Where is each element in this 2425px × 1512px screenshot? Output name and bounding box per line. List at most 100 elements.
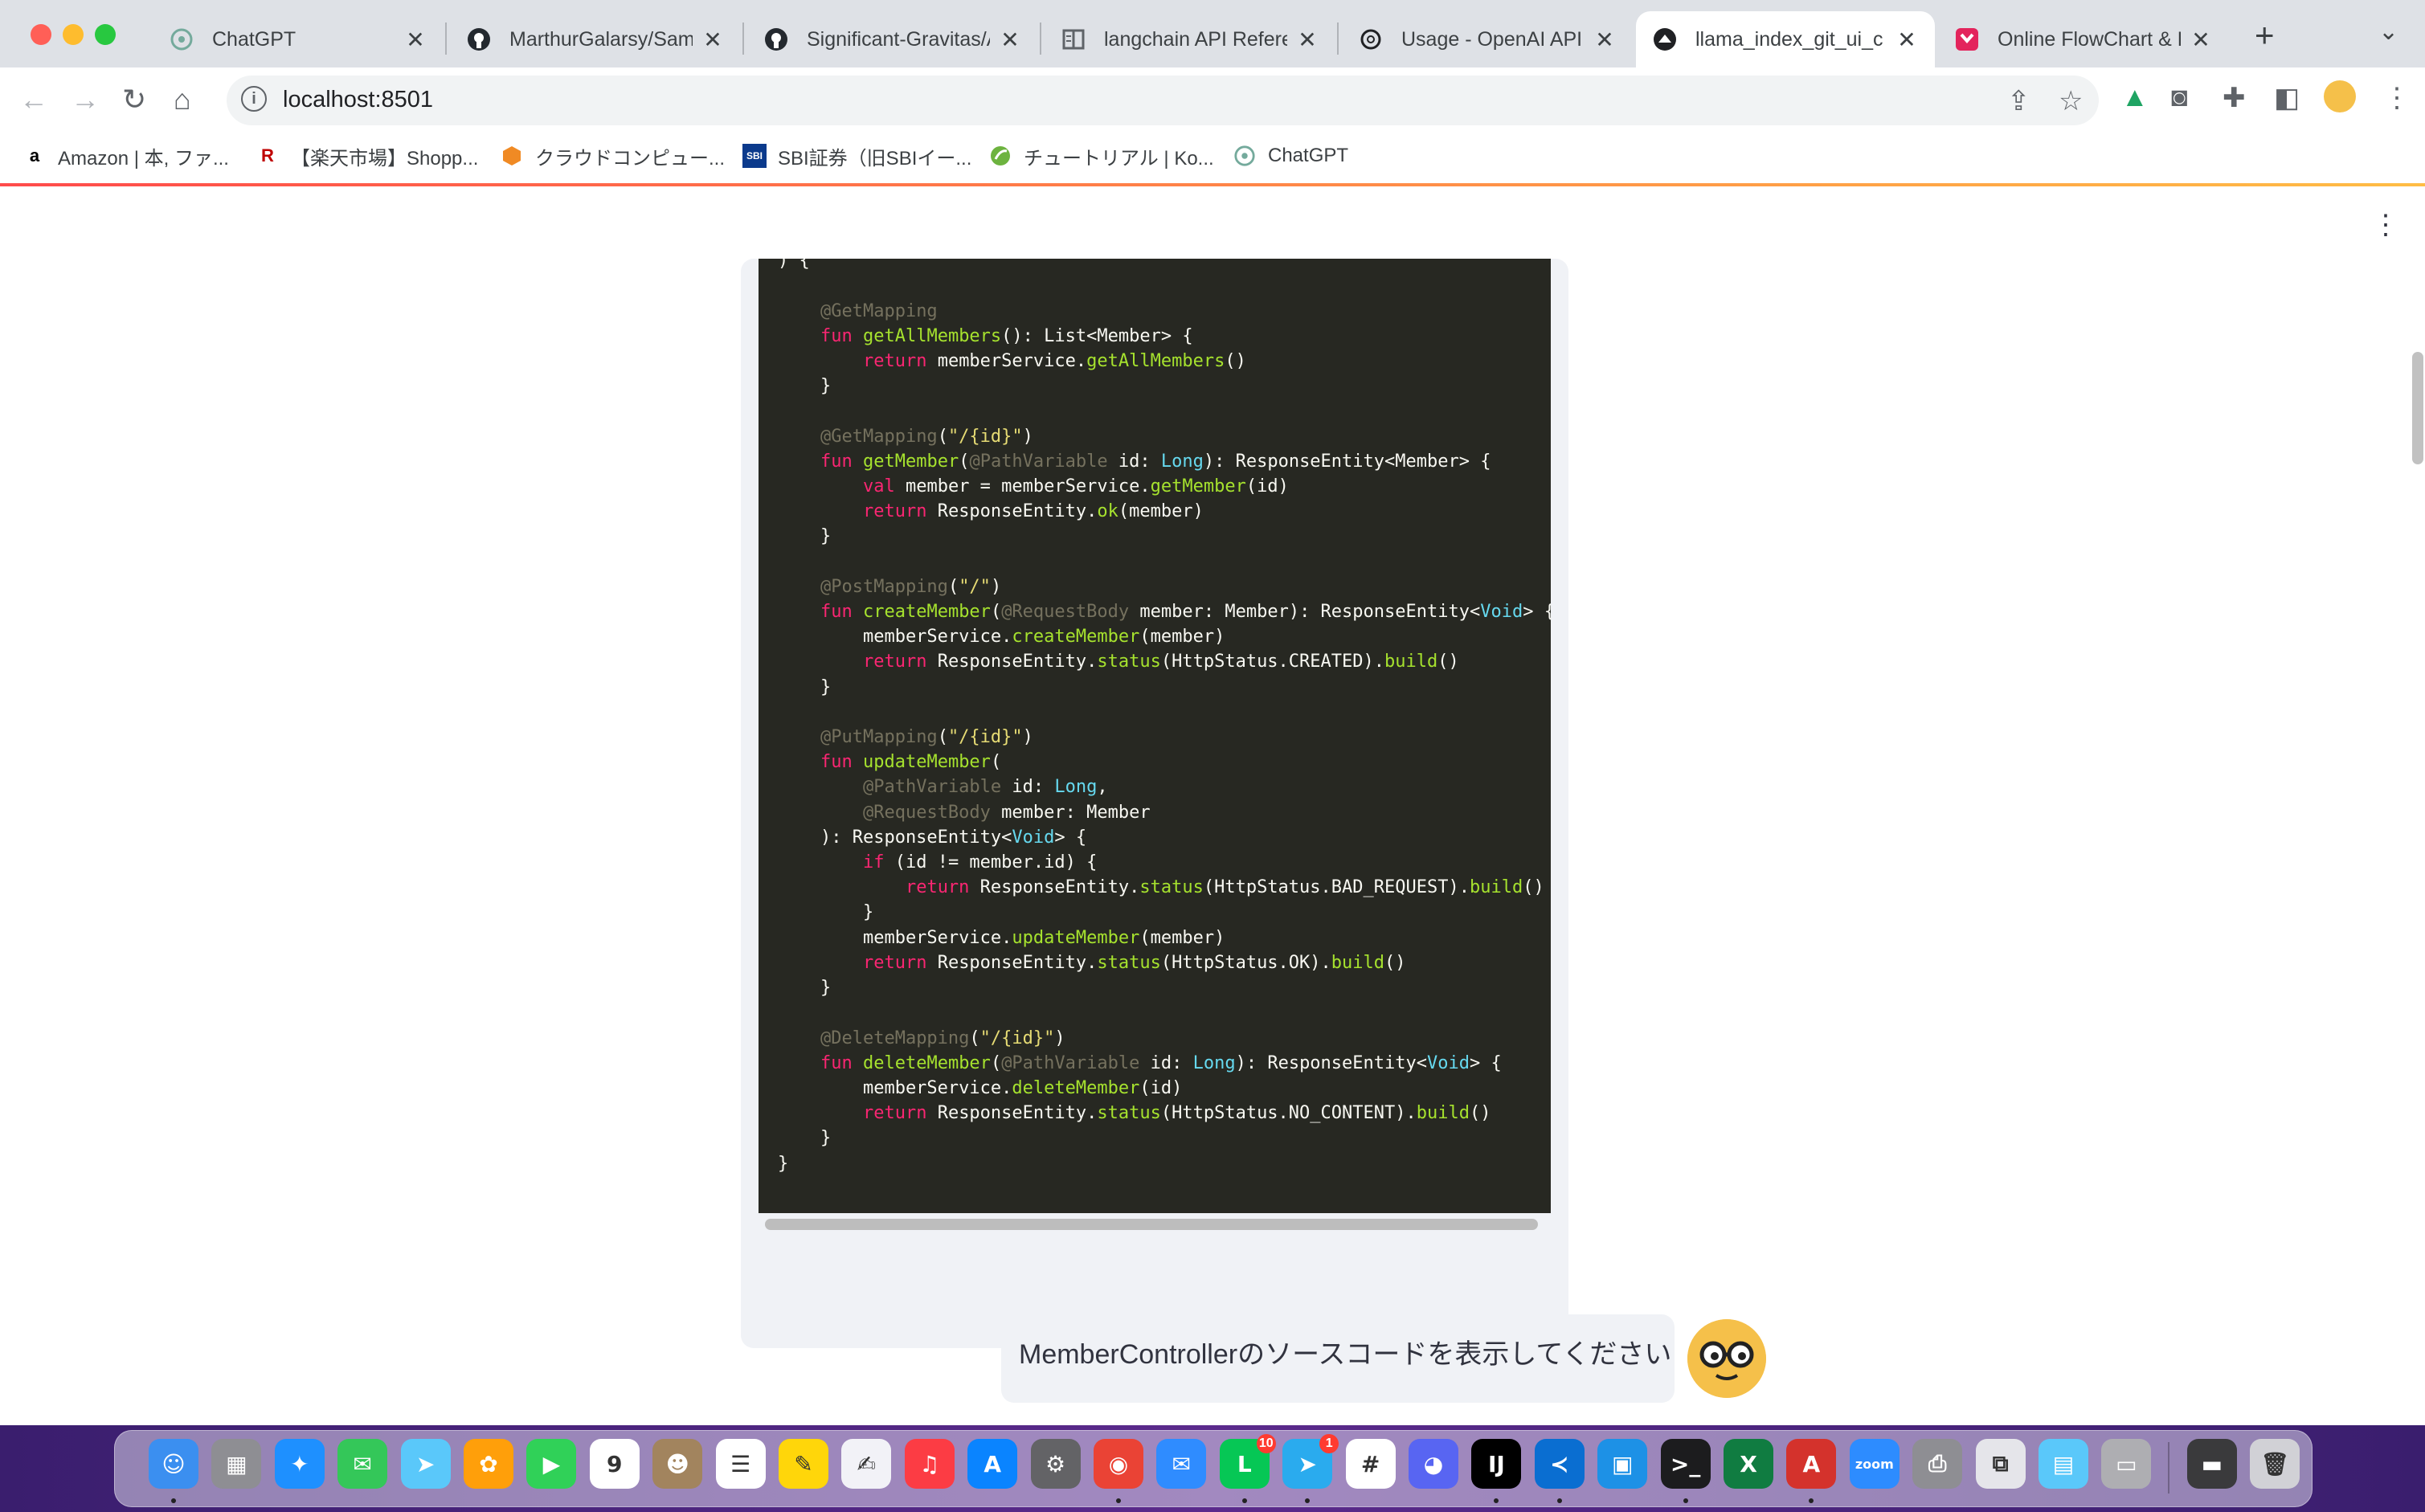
close-tab-icon[interactable]: ✕ <box>1895 27 1919 53</box>
tab-chatgpt[interactable]: ChatGPT ✕ <box>153 11 444 67</box>
remote-desktop-icon[interactable]: ▤ <box>2039 1439 2088 1489</box>
telegram-icon[interactable]: ➤ 1 <box>1282 1434 1339 1489</box>
browser-menu-icon[interactable]: ⋮ <box>2383 82 2411 114</box>
excel-icon[interactable]: X <box>1724 1439 1773 1489</box>
site-info-icon[interactable]: i <box>241 86 267 112</box>
notification-badge: 1 <box>1319 1434 1339 1453</box>
messages-icon[interactable]: ✉ <box>337 1439 388 1489</box>
running-indicator <box>1683 1498 1688 1503</box>
code-line: if (id != member.id) { <box>862 852 1098 873</box>
openai-icon <box>1358 27 1384 52</box>
music-icon[interactable]: ♫ <box>904 1439 955 1489</box>
bookmark-amazon[interactable]: a Amazon | 本, ファ... <box>22 140 229 172</box>
share-icon[interactable]: ⇪ <box>2007 85 2030 117</box>
aws-icon <box>500 144 524 168</box>
system-settings-icon[interactable]: ⚙ <box>1030 1439 1081 1489</box>
slack-icon[interactable]: # <box>1345 1439 1396 1489</box>
reminders-icon[interactable]: ☰ <box>715 1439 766 1489</box>
chrome-icon[interactable]: ◉ <box>1094 1439 1143 1489</box>
maps-icon[interactable]: ➤ <box>400 1439 451 1489</box>
bookmark-chatgpt[interactable]: ChatGPT <box>1233 140 1348 172</box>
bookmarks-bar: a Amazon | 本, ファ... R 【楽天市場】Shopp... クラウ… <box>0 132 2425 183</box>
finder-icon[interactable]: ☺ <box>149 1439 198 1489</box>
code-content: private val memberService: MemberService… <box>778 259 1551 1176</box>
bookmark-aws[interactable]: クラウドコンピュー... <box>500 140 725 172</box>
close-tab-icon[interactable]: ✕ <box>2189 27 2213 53</box>
close-tab-icon[interactable]: ✕ <box>998 27 1022 53</box>
tab-llama-index-ui[interactable]: llama_index_git_ui_c ✕ <box>1636 11 1935 67</box>
mirror-icon[interactable]: ⧉ <box>1975 1439 2026 1489</box>
code-line: fun getMember(@PathVariable id: Long): R… <box>820 451 1491 472</box>
bookmark-label: SBI証券（旧SBIイー... <box>778 147 972 170</box>
close-tab-icon[interactable]: ✕ <box>1593 27 1617 53</box>
tab-langchain[interactable]: langchain API Referen ✕ <box>1045 11 1335 67</box>
code-horizontal-scrollbar[interactable] <box>759 1213 1551 1234</box>
code-scroll-thumb[interactable] <box>765 1219 1538 1230</box>
printer-icon[interactable]: ⎙ <box>1912 1439 1963 1489</box>
facetime-icon[interactable]: ▶ <box>526 1439 577 1489</box>
extensions-icon[interactable]: ✚ <box>2223 82 2246 114</box>
home-button[interactable]: ⌂ <box>174 82 191 117</box>
calendar-icon[interactable]: 9 <box>589 1439 640 1489</box>
line-icon[interactable]: L 10 <box>1219 1434 1276 1489</box>
safari-icon[interactable]: ✦ <box>274 1439 325 1489</box>
github-icon <box>466 27 492 52</box>
docker-icon[interactable]: ▣ <box>1597 1439 1648 1489</box>
discord-icon[interactable]: ◕ <box>1409 1439 1458 1489</box>
back-button[interactable]: ← <box>19 82 48 117</box>
vscode-icon[interactable]: ≺ <box>1534 1439 1585 1489</box>
page-scrollbar[interactable] <box>2412 352 2423 464</box>
tab-github-autogpt[interactable]: Significant-Gravitas/A ✕ <box>747 11 1038 67</box>
preview-icon[interactable]: ▭ <box>2101 1439 2152 1489</box>
bookmark-label: クラウドコンピュー... <box>535 147 726 170</box>
launchpad-icon[interactable]: ▦ <box>211 1439 262 1489</box>
freeform-icon[interactable]: ✍ <box>841 1439 892 1489</box>
camera-icon[interactable]: ◙ <box>2171 82 2188 113</box>
side-panel-icon[interactable]: ◧ <box>2274 82 2300 114</box>
google-drive-icon[interactable]: ▲ <box>2121 82 2149 113</box>
code-line: } <box>778 376 832 397</box>
code-line: memberService.deleteMember(id) <box>778 1077 1183 1098</box>
forward-button[interactable]: → <box>71 82 100 117</box>
code-line: return memberService.getAllMembers() <box>862 351 1246 372</box>
tab-divider <box>742 22 744 55</box>
bookmark-rakuten[interactable]: R 【楽天市場】Shopp... <box>256 140 478 172</box>
minimize-window-button[interactable] <box>63 24 84 45</box>
intellij-icon[interactable]: IJ <box>1471 1439 1522 1489</box>
acrobat-icon[interactable]: A <box>1786 1439 1837 1489</box>
code-line: return ResponseEntity.ok(member) <box>862 501 1204 522</box>
tab-search-chevron-icon[interactable]: ⌄ <box>2378 18 2398 46</box>
contacts-icon[interactable]: ☻ <box>652 1439 703 1489</box>
mail-icon[interactable]: ✉ <box>1156 1439 1207 1489</box>
url-text[interactable]: localhost:8501 <box>283 87 433 113</box>
close-tab-icon[interactable]: ✕ <box>1295 27 1319 53</box>
bookmark-kotlin[interactable]: チュートリアル | Ko... <box>988 140 1214 172</box>
trash-icon[interactable]: 🗑 <box>2250 1439 2300 1489</box>
close-tab-icon[interactable]: ✕ <box>701 27 725 53</box>
bookmark-sbi[interactable]: SBI SBI証券（旧SBIイー... <box>742 140 971 172</box>
app-store-icon[interactable]: A <box>967 1439 1018 1489</box>
maximize-window-button[interactable] <box>95 24 116 45</box>
tab-title: MarthurGalarsy/Samp <box>509 27 693 51</box>
app-menu-icon[interactable]: ⋮ <box>2372 209 2399 241</box>
screen-icon[interactable]: ▬ <box>2186 1439 2237 1489</box>
running-indicator <box>1305 1498 1311 1503</box>
bookmark-star-icon[interactable]: ☆ <box>2059 85 2083 117</box>
close-window-button[interactable] <box>31 24 51 45</box>
photos-icon[interactable]: ✿ <box>464 1439 513 1489</box>
address-bar[interactable]: i localhost:8501 ⇪ ☆ <box>227 76 2099 125</box>
tab-flowchart[interactable]: Online FlowChart & D ✕ <box>1938 11 2229 67</box>
terminal-icon[interactable]: >_ <box>1660 1439 1711 1489</box>
browser-toolbar: ← → ↻ ⌂ i localhost:8501 ⇪ ☆ <box>0 67 2425 132</box>
reload-button[interactable]: ↻ <box>122 82 146 117</box>
code-line: fun deleteMember(@PathVariable id: Long)… <box>820 1052 1502 1073</box>
zoom-icon[interactable]: zoom <box>1849 1439 1900 1489</box>
new-tab-button[interactable]: + <box>2255 16 2275 55</box>
profile-avatar[interactable] <box>2324 80 2356 112</box>
flowchart-icon <box>1954 27 1980 52</box>
notes-icon[interactable]: ✎ <box>779 1439 828 1489</box>
tab-github-sample[interactable]: MarthurGalarsy/Samp ✕ <box>450 11 741 67</box>
streamlit-icon <box>1652 27 1678 52</box>
tab-openai-usage[interactable]: Usage - OpenAI API ✕ <box>1342 11 1633 67</box>
close-tab-icon[interactable]: ✕ <box>403 27 427 53</box>
